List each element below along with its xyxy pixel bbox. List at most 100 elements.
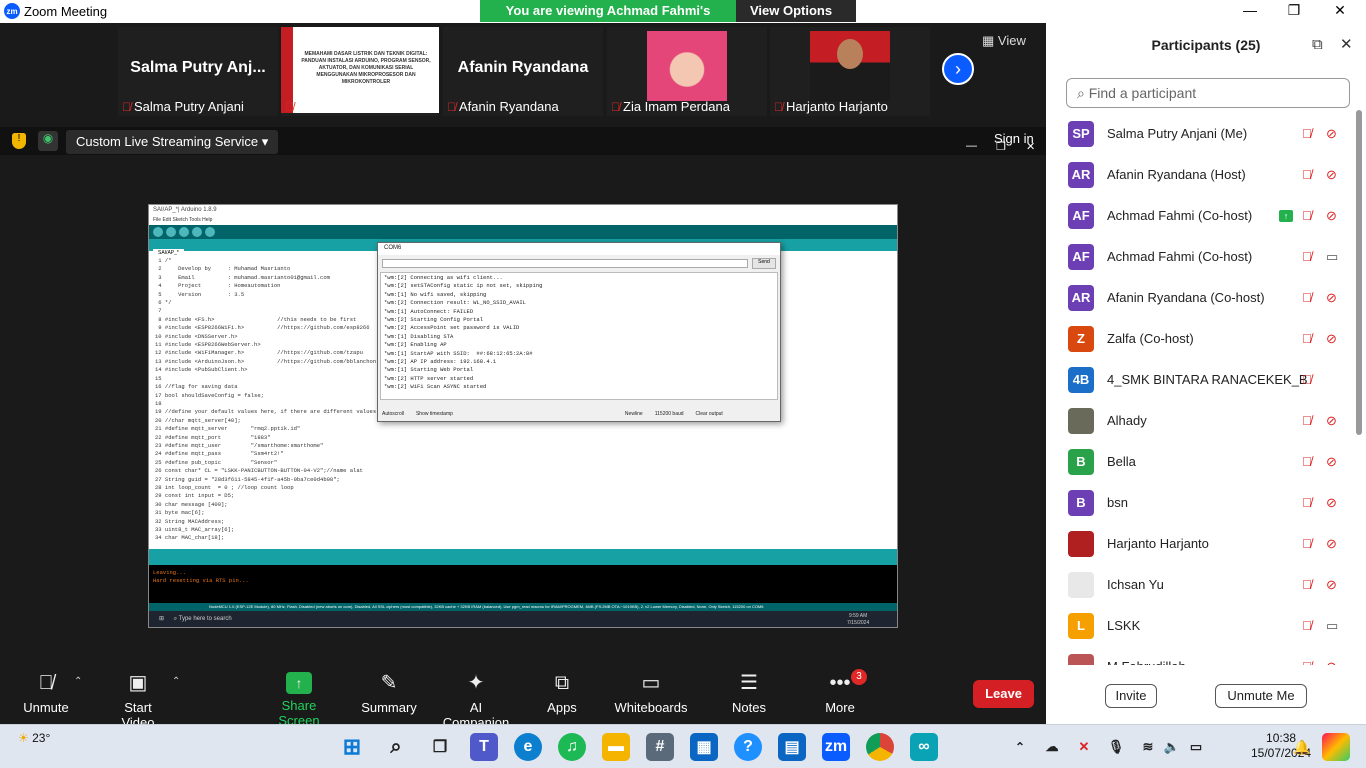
edge-icon[interactable]: e [514,733,542,761]
view-button[interactable]: ▦ View [982,33,1026,49]
share-screen-button[interactable]: ↑ Share Screen [262,670,336,728]
zoom-taskbar-icon[interactable]: zm [822,733,850,761]
participant-row[interactable]: Z Zalfa (Co-host) 🎙̸ ⊘ [1046,318,1358,359]
minimize-icon[interactable]: — [1240,2,1260,18]
summary-button[interactable]: ✎ Summary [360,670,418,715]
task-view-icon[interactable]: ❐ [426,733,454,761]
newline-select[interactable]: Newline [625,411,643,417]
view-options-label: View Options [750,3,833,18]
apps-label: Apps [547,700,577,715]
serial-input[interactable] [382,259,748,268]
unmute-button[interactable]: 🎙̸ Unmute [22,670,70,715]
participant-name-large: Afanin Ryandana [457,59,589,76]
copilot-icon[interactable] [1322,733,1350,761]
battery-icon[interactable]: ▭ [1182,733,1210,761]
shared-restore-icon[interactable]: ❐ [996,140,1006,153]
search-icon[interactable]: ⌕ [382,733,410,761]
shared-close-icon[interactable]: ✕ [1026,140,1035,153]
cloud-off-icon[interactable]: ☁ [1038,733,1066,761]
participant-row[interactable]: AF Achmad Fahmi (Co-host) ↑ 🎙̸ ⊘ [1046,195,1358,236]
start-icon[interactable]: ⊞ [338,733,366,761]
teams-icon[interactable]: T [470,733,498,761]
rss-icon[interactable]: ◉ [38,131,58,151]
clear-output-button[interactable]: Clear output [696,411,723,417]
tray-chevron-icon[interactable]: ⌃ [1006,733,1034,761]
apps-button[interactable]: ⧉ Apps [542,670,582,715]
new-icon [179,227,189,237]
video-thumbnail[interactable]: 🎙̸ Harjanto Harjanto [770,27,930,116]
timestamp-checkbox[interactable]: Show timestamp [416,411,453,417]
popout-icon[interactable]: ⧉ [1312,36,1323,53]
chrome-icon[interactable] [866,733,894,761]
streaming-service-dropdown[interactable]: Custom Live Streaming Service ▾ [66,130,279,154]
help-icon[interactable]: ? [734,733,762,761]
ide-title: SAI/AP_*| Arduino 1.8.9 [149,205,897,217]
audio-options-icon[interactable]: ⌃ [74,676,82,687]
video-options-icon[interactable]: ⌃ [172,676,180,687]
participant-row[interactable]: Bbsn 🎙̸ ⊘ [1046,482,1358,523]
spotify-icon[interactable]: ♫ [558,733,586,761]
participant-name: LSKK [297,99,331,114]
restore-icon[interactable]: ❐ [1284,2,1304,19]
serial-monitor-window[interactable]: COM6 Send *wm:[2] Connecting as wifi cli… [377,242,781,422]
leave-button[interactable]: Leave [973,680,1034,708]
tray-app-icon[interactable]: ✕ [1070,733,1098,761]
participant-scrollbar[interactable] [1356,110,1362,435]
bell-icon[interactable]: 🔔 [1288,733,1316,761]
participant-row[interactable]: Alhady 🎙̸ ⊘ [1046,400,1358,441]
video-thumbnail[interactable]: MEMAHAMI DASAR LISTRIK DAN TEKNIK DIGITA… [281,27,439,116]
participant-row[interactable]: AR Afanin Ryandana (Host) 🎙̸ ⊘ [1046,154,1358,195]
streaming-bar: ! ◉ Custom Live Streaming Service ▾ [0,127,1046,155]
participant-row[interactable]: 4B 4_SMK BINTARA RANACEKEK_BAN...🎙̸ [1046,359,1358,400]
participant-row[interactable]: M Fahrudillah 🎙̸ ⊘ [1046,646,1358,665]
mic-muted-icon: 🎙̸ [1302,331,1312,346]
weather-widget[interactable]: ☀ 23° [18,731,50,745]
invite-button[interactable]: Invite [1105,684,1157,708]
mic-muted-icon: 🎙̸ [1302,249,1312,264]
video-thumbnail[interactable]: Salma Putry Anj... 🎙̸ Salma Putry Anjani [118,27,278,116]
shared-minimize-icon[interactable]: — [966,140,977,152]
next-page-button[interactable]: › [942,53,974,85]
whiteboards-button[interactable]: ▭ Whiteboards [614,670,688,715]
participants-panel: Participants (25) ⧉ ✕ ⌕ Find a participa… [1046,23,1366,724]
participant-name: Achmad Fahmi (Co-host) [1107,249,1253,264]
video-thumbnail[interactable]: 🎙̸ Zia Imam Perdana [607,27,767,116]
start-video-button[interactable]: ▣ Start Video [106,670,170,730]
view-options-button[interactable]: View Options ⌄ [736,0,856,33]
shield-icon[interactable]: ! [12,133,26,149]
serial-send-button[interactable]: Send [752,258,776,269]
participant-row[interactable]: AF Achmad Fahmi (Co-host) 🎙̸ ▭ [1046,236,1358,277]
participant-row[interactable]: AR Afanin Ryandana (Co-host) 🎙̸ ⊘ [1046,277,1358,318]
participant-row[interactable]: Harjanto Harjanto 🎙̸ ⊘ [1046,523,1358,564]
remote-taskbar: ⊞ ⌕ Type here to search 9:59 AM 7/15/2024 [149,611,897,627]
participant-row[interactable]: SP Salma Putry Anjani (Me) 🎙̸ ⊘ [1046,113,1358,154]
news-icon[interactable]: ▤ [778,733,806,761]
calculator-icon[interactable]: # [646,733,674,761]
participant-row[interactable]: L LSKK 🎙̸ ▭ [1046,605,1358,646]
video-camera-icon: ▭ [1326,248,1339,264]
store-icon[interactable]: ▦ [690,733,718,761]
notes-button[interactable]: ☰ Notes [730,670,768,715]
serial-output: *wm:[2] Connecting as wifi client... *wm… [380,272,778,400]
close-panel-icon[interactable]: ✕ [1340,35,1353,53]
baud-select[interactable]: 115200 baud [655,411,684,417]
unmute-me-button[interactable]: Unmute Me [1215,684,1307,708]
mic-muted-icon: 🎙̸ [1302,290,1312,305]
ai-companion-button[interactable]: ✦ AI Companion [436,670,516,730]
video-off-icon: ⊘ [1326,207,1337,223]
close-icon[interactable]: ✕ [1330,2,1350,19]
arduino-taskbar-icon[interactable]: ∞ [910,733,938,761]
shared-screen[interactable]: SAI/AP_*| Arduino 1.8.9 File Edit Sketch… [148,204,898,628]
participant-search-input[interactable]: ⌕ Find a participant [1066,78,1350,108]
file-explorer-icon[interactable]: ▬ [602,733,630,761]
participant-name: Ichsan Yu [1107,577,1164,592]
microphone-icon[interactable]: 🎙 [1102,733,1130,761]
video-thumbnail[interactable]: Afanin Ryandana 🎙̸ Afanin Ryandana [443,27,603,116]
summary-label: Summary [361,700,417,715]
autoscroll-checkbox[interactable]: Autoscroll [382,411,404,417]
mic-muted-icon: 🎙̸ [1302,413,1312,428]
mic-muted-icon: 🎙̸ [122,99,131,114]
participant-row[interactable]: Ichsan Yu 🎙̸ ⊘ [1046,564,1358,605]
participant-row[interactable]: B Bella 🎙̸ ⊘ [1046,441,1358,482]
avatar [1068,571,1094,598]
